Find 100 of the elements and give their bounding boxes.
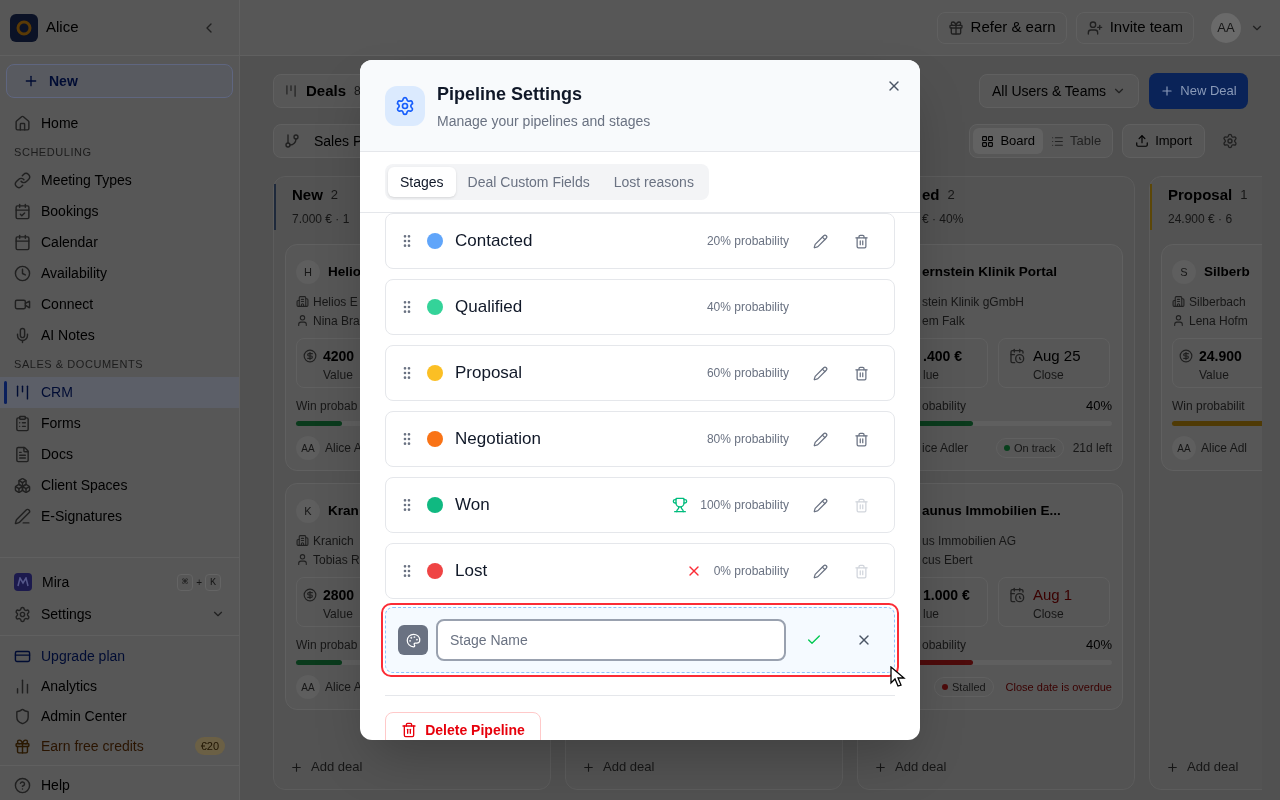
key-joiner: + [196,575,202,590]
nav-item[interactable]: Client Spaces [0,470,239,501]
dialog-title: Pipeline Settings [437,84,584,104]
value-label: Value [323,606,354,623]
user-avatar[interactable]: AA [1211,12,1241,43]
column-count: 2 [947,186,955,205]
probability-label: Win probab [296,637,358,654]
edit-icon[interactable] [812,365,828,381]
grid-icon [981,134,995,148]
contact-name: em Falk [922,312,965,330]
stage-row[interactable]: Contacted 20% probability [385,213,895,269]
nav-item[interactable]: Availability [0,258,239,289]
edit-icon[interactable] [812,233,828,249]
edit-icon[interactable] [812,497,828,513]
deal-avatar: S [1172,260,1196,284]
nav-item[interactable]: Admin Center [0,701,239,731]
document-icon [14,446,31,463]
nav-item[interactable]: Docs [0,439,239,470]
color-picker-button[interactable] [398,625,428,655]
calendar-check-icon [14,203,31,220]
stage-row[interactable]: Proposal 60% probability [385,345,895,401]
refer-button[interactable]: Refer & earn [936,11,1067,44]
probability-label: obability [922,637,967,654]
contact-name: Lena Hofm [1189,312,1248,330]
delete-icon[interactable] [853,431,869,447]
close-label: Close [1033,606,1065,623]
dialog-tab[interactable]: Lost reasons [601,167,706,197]
edit-icon[interactable] [812,563,828,579]
nav-item[interactable]: E-Signatures [0,501,239,532]
deal-title: Kran [328,501,359,520]
company-name: Silberbach [1189,293,1246,311]
column-count: 2 [330,186,339,205]
nav-item[interactable]: Earn free credits €20 [0,731,239,761]
add-deal-button[interactable]: Add deal [582,755,826,779]
building-icon [1172,295,1185,308]
dollar-icon [303,588,317,602]
delete-icon[interactable] [853,233,869,249]
invite-button[interactable]: Invite team [1075,11,1194,44]
stage-row[interactable]: Qualified 40% probability [385,279,895,335]
delete-icon[interactable] [853,365,869,381]
add-deal-button[interactable]: Add deal [290,755,534,779]
assistant-logo [14,573,32,591]
close-date: Aug 1 [1033,585,1073,605]
palette-icon [405,632,421,648]
new-deal-button[interactable]: New Deal [1149,73,1248,109]
stage-name: Proposal [455,362,523,385]
nav-item[interactable]: Analytics [0,671,239,701]
stage-name: Lost [455,560,488,583]
credit-badge: €20 [194,736,225,756]
nav-item[interactable]: Mira ⌘ + K [0,566,239,598]
import-button[interactable]: Import [1122,124,1205,158]
workspace-name: Alice [46,17,79,38]
edit-icon[interactable] [812,431,828,447]
stage-name-field[interactable]: Stage Name [436,619,786,661]
key-cap: ⌘ [177,573,194,591]
nav-item[interactable]: Connect [0,289,239,320]
nav-item[interactable]: Settings [0,598,239,630]
stage-probability: 40% probability [706,299,789,316]
close-label: Close [1033,367,1065,384]
deal-value: 1.000 € [923,586,970,605]
nav-item[interactable]: AI Notes [0,320,239,351]
stage-row[interactable]: Won 100% probability [385,477,895,533]
nav-item[interactable]: Calendar [0,227,239,258]
key-cap: K [205,573,221,591]
stage-row[interactable]: Negotiation 80% probability [385,411,895,467]
branch-icon [284,133,300,149]
dialog-tab[interactable]: Stages [388,167,456,197]
deal-card[interactable]: S Silberb Silberbach Lena Hofm 24.900 Value Win probabilit AA Alice Adl [1161,244,1262,471]
days-left: 21d left [1072,440,1112,457]
add-deal-button[interactable]: Add deal [874,755,1118,779]
help-icon [14,776,31,794]
value-label: Value [323,367,354,384]
plus-icon [1160,84,1175,98]
value-label: Value [1199,367,1230,384]
gift-icon [14,737,31,755]
delete-pipeline-button[interactable]: Delete Pipeline [385,712,541,740]
column-title: ed [922,184,940,205]
stage-probability: 100% probability [700,497,789,514]
view-tab[interactable]: Board [973,128,1044,154]
dialog-tab[interactable]: Deal Custom Fields [455,167,602,197]
nav-item[interactable]: Help [0,770,239,800]
stage-probability: 20% probability [706,233,789,250]
nav-item[interactable]: CRM [0,377,239,408]
dialog-icon [385,86,425,126]
person-icon [296,314,309,327]
nav-item[interactable]: Upgrade plan [0,641,239,671]
deal-title: Silberb [1204,262,1250,281]
owner-filter-dropdown[interactable]: All Users & Teams [979,74,1139,108]
owner-avatar: AA [296,675,320,699]
new-button[interactable]: New [6,64,233,98]
owner-name: Alice Adl [1201,440,1248,457]
nav-item[interactable]: Home [0,108,239,139]
nav-item[interactable]: Bookings [0,196,239,227]
company-name: Helios E [313,293,358,311]
stage-name: Qualified [455,296,523,319]
nav-item[interactable]: Meeting Types [0,165,239,196]
building-icon [296,295,309,308]
nav-item[interactable]: Forms [0,408,239,439]
add-deal-button[interactable]: Add deal [1166,755,1262,779]
stage-row[interactable]: Lost 0% probability [385,543,895,599]
